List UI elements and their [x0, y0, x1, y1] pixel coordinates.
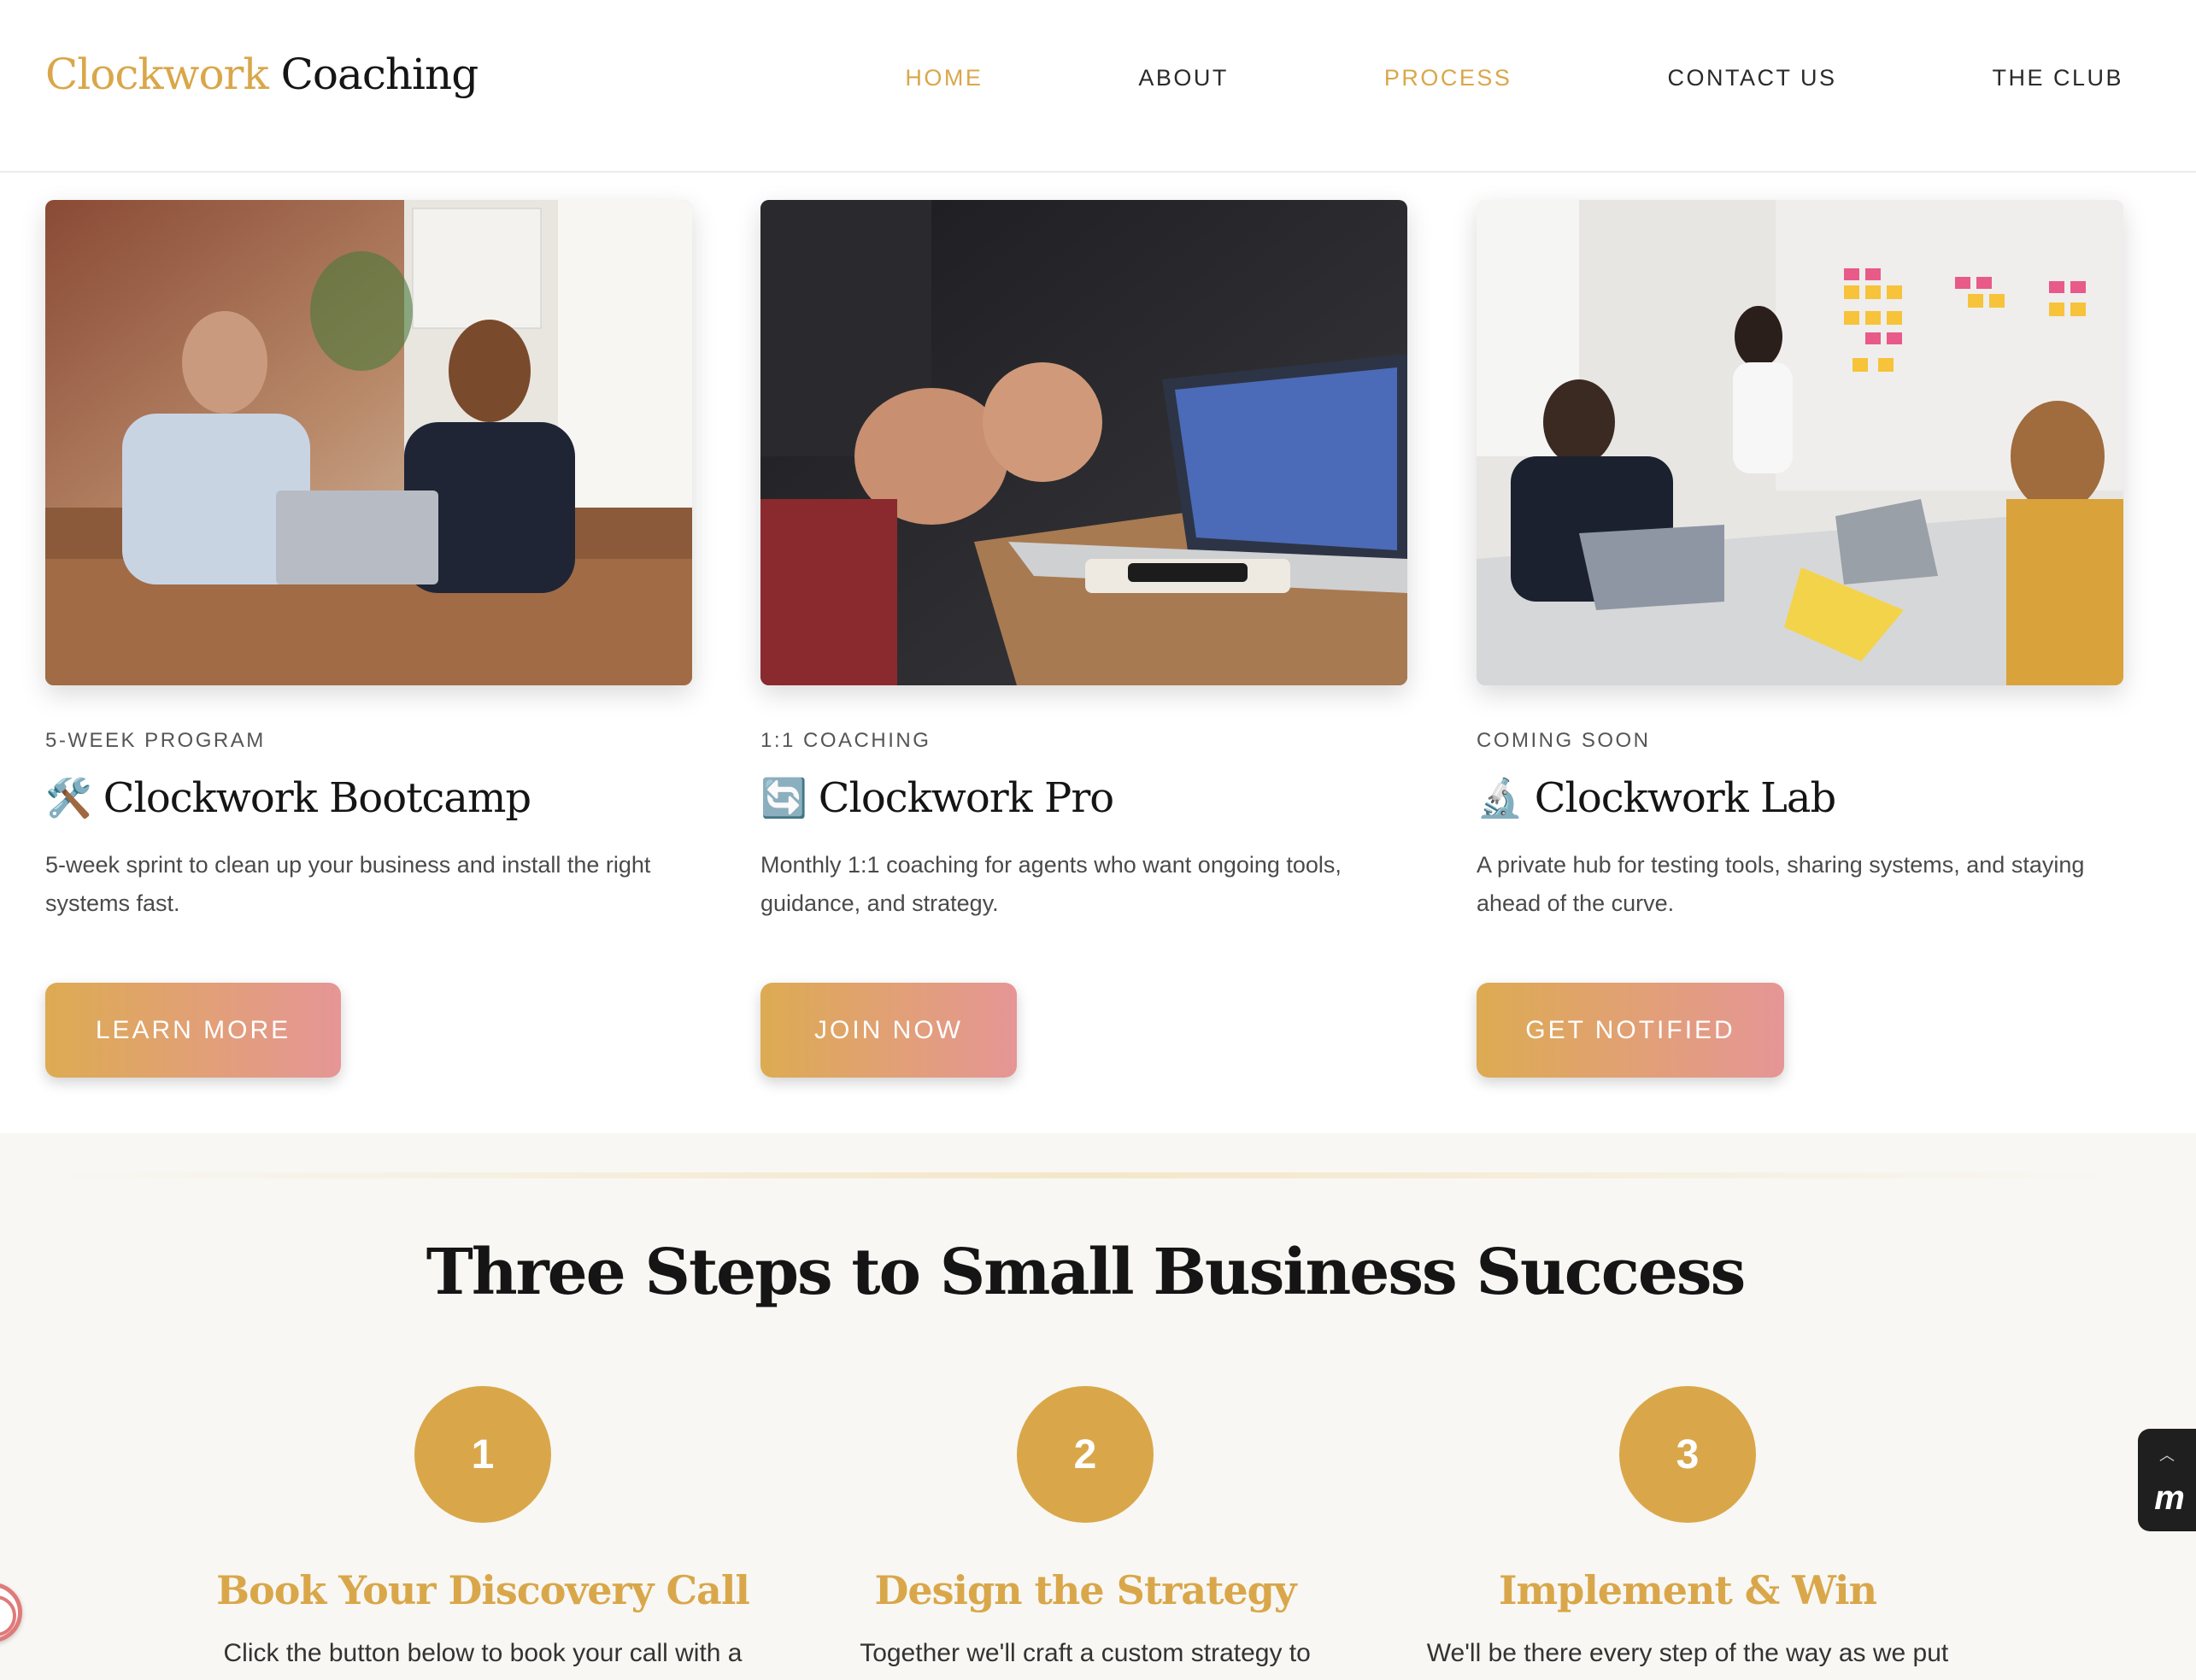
- refresh-icon: 🔄: [760, 777, 807, 820]
- photo-meeting-laptop: [760, 200, 1407, 685]
- nav-about[interactable]: ABOUT: [1138, 65, 1229, 91]
- step-number-badge: 1: [414, 1386, 551, 1523]
- card-title-text: Clockwork Lab: [1534, 774, 1836, 822]
- card-title-text: Clockwork Pro: [818, 774, 1114, 822]
- card-description: Monthly 1:1 coaching for agents who want…: [760, 852, 1342, 916]
- card-image-high-five: [45, 200, 692, 685]
- photo-team-whiteboard: [1477, 200, 2123, 685]
- card-description: 5-week sprint to clean up your business …: [45, 852, 651, 916]
- step-title: Implement & Win: [1498, 1567, 1877, 1613]
- step-number-badge: 3: [1619, 1386, 1756, 1523]
- step-text: We'll be there every step of the way as …: [1426, 1639, 1949, 1667]
- main-nav: HOME ABOUT PROCESS CONTACT US THE CLUB: [905, 65, 2123, 91]
- nav-home[interactable]: HOME: [905, 65, 983, 91]
- chevron-up-icon[interactable]: ︿: [2159, 1443, 2175, 1466]
- card-image-team-whiteboard: [1477, 200, 2123, 685]
- photo-office-high-five: [45, 200, 692, 685]
- floating-side-widget[interactable]: ︿ m: [2138, 1429, 2196, 1531]
- program-card-lab: COMING SOON 🔬 Clockwork Lab A private hu…: [1477, 200, 2123, 923]
- card-title-text: Clockwork Bootcamp: [103, 774, 531, 822]
- card-eyebrow: COMING SOON: [1477, 729, 1651, 752]
- card-title: 🔬 Clockwork Lab: [1477, 774, 2123, 822]
- nav-contact-us[interactable]: CONTACT US: [1667, 65, 1836, 91]
- card-title: 🛠️ Clockwork Bootcamp: [45, 774, 692, 822]
- step-title: Book Your Discovery Call: [216, 1567, 750, 1613]
- card-title: 🔄 Clockwork Pro: [760, 774, 1407, 822]
- section-divider: [45, 1172, 2123, 1178]
- step-text: Click the button below to book your call…: [223, 1639, 743, 1667]
- step-number-badge: 2: [1017, 1386, 1154, 1523]
- microscope-icon: 🔬: [1477, 777, 1524, 820]
- logo-word-coaching: Coaching: [280, 50, 479, 99]
- step-2: 2 Design the Strategy Together we'll cra…: [803, 1386, 1367, 1668]
- card-image-meeting-laptop: [760, 200, 1407, 685]
- card-description: A private hub for testing tools, sharing…: [1477, 852, 2085, 916]
- m-logo-icon: m: [2154, 1478, 2184, 1517]
- steps-section-title: Three Steps to Small Business Success: [426, 1236, 1746, 1309]
- steps-section: Three Steps to Small Business Success 1 …: [0, 1133, 2196, 1680]
- step-title: Design the Strategy: [874, 1567, 1296, 1613]
- step-3: 3 Implement & Win We'll be there every s…: [1406, 1386, 1970, 1668]
- card-eyebrow: 5-WEEK PROGRAM: [45, 729, 266, 752]
- nav-process[interactable]: PROCESS: [1384, 65, 1512, 91]
- get-notified-button[interactable]: GET NOTIFIED: [1477, 983, 1784, 1078]
- site-logo[interactable]: Clockwork Coaching: [45, 50, 479, 99]
- logo-word-clockwork: Clockwork: [45, 50, 269, 99]
- join-now-button[interactable]: JOIN NOW: [760, 983, 1017, 1078]
- nav-the-club[interactable]: THE CLUB: [1992, 65, 2123, 91]
- learn-more-button[interactable]: LEARN MORE: [45, 983, 341, 1078]
- site-header: Clockwork Coaching HOME ABOUT PROCESS CO…: [0, 0, 2196, 173]
- card-eyebrow: 1:1 COACHING: [760, 729, 931, 752]
- program-card-bootcamp: 5-WEEK PROGRAM 🛠️ Clockwork Bootcamp 5-w…: [45, 200, 692, 923]
- program-card-pro: 1:1 COACHING 🔄 Clockwork Pro Monthly 1:1…: [760, 200, 1407, 923]
- step-text: Together we'll craft a custom strategy t…: [860, 1639, 1311, 1667]
- step-1: 1 Book Your Discovery Call Click the but…: [201, 1386, 765, 1668]
- tools-icon: 🛠️: [45, 777, 92, 820]
